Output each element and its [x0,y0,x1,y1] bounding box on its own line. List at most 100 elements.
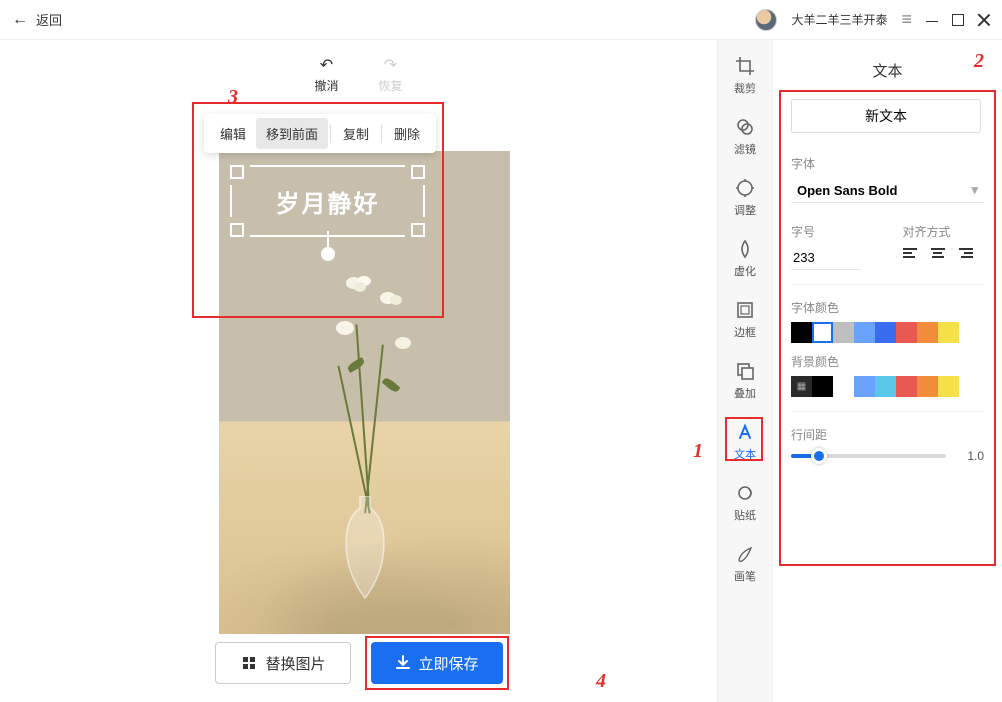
replace-image-button[interactable]: 替换图片 [214,642,350,684]
leaf [346,357,366,373]
font-color-label: 字体颜色 [791,299,990,316]
bg-color-label: 背景颜色 [791,353,990,370]
color-swatch[interactable] [833,376,854,397]
flower [388,331,418,355]
bring-front-button[interactable]: 移到前面 [256,118,328,149]
close-button[interactable] [978,14,990,26]
color-swatch[interactable] [854,376,875,397]
blur-icon [734,238,756,260]
redo-icon: ↷ [384,55,397,75]
font-select[interactable]: Open Sans Bold ▾ [791,178,984,203]
annotation-3: 3 [228,86,238,109]
color-swatch[interactable] [938,322,959,343]
chevron-down-icon: ▾ [971,182,978,198]
color-swatch[interactable] [791,322,812,343]
menu-icon[interactable]: ≡ [901,9,912,30]
align-center-button[interactable] [931,248,945,258]
align-right-button[interactable] [959,248,973,258]
annotation-1: 1 [693,440,703,463]
divider [791,411,984,412]
color-swatch[interactable] [896,376,917,397]
tool-rail: 裁剪 滤镜 调整 虚化 边框 叠加 文本 贴纸 [717,40,772,702]
tool-label: 虚化 [734,263,756,279]
edit-button[interactable]: 编辑 [210,118,256,149]
tool-adjust[interactable]: 调整 [725,177,765,218]
font-value: Open Sans Bold [797,183,897,198]
color-swatch[interactable] [938,376,959,397]
title-bar: ← 返回 大羊二羊三羊开泰 ≡ [0,0,1002,40]
tool-overlay[interactable]: 叠加 [725,360,765,401]
color-swatch[interactable] [875,376,896,397]
vase [330,496,400,606]
flower [330,316,360,340]
filter-icon [734,116,756,138]
tool-label: 裁剪 [734,80,756,96]
header-right: 大羊二羊三羊开泰 ≡ [755,9,990,31]
color-swatch[interactable] [812,376,833,397]
rotate-handle[interactable] [321,231,335,261]
align-left-button[interactable] [903,248,917,258]
tool-label: 滤镜 [734,141,756,157]
leaf [381,376,400,394]
redo-button: ↷ 恢复 [379,55,403,94]
color-swatch[interactable] [833,322,854,343]
back-button[interactable]: ← 返回 [12,10,62,29]
flower-stem [364,344,384,513]
color-swatch[interactable] [854,322,875,343]
color-swatch[interactable] [917,376,938,397]
caption-text[interactable]: 岁月静好 [230,165,425,237]
tool-filter[interactable]: 滤镜 [725,116,765,157]
line-spacing-row: 1.0 [791,449,984,463]
align-label: 对齐方式 [903,223,985,240]
tool-sticker[interactable]: 贴纸 [725,482,765,523]
crop-icon [734,55,756,77]
color-swatch[interactable]: ▦ [791,376,812,397]
maximize-button[interactable] [952,14,964,26]
tool-label: 叠加 [734,385,756,401]
tool-brush[interactable]: 画笔 [725,543,765,584]
tool-blur[interactable]: 虚化 [725,238,765,279]
color-swatch[interactable] [896,322,917,343]
canvas-area: ↶ 撤消 ↷ 恢复 3 编辑 移到前面 复制 删除 [0,40,717,702]
main: ↶ 撤消 ↷ 恢复 3 编辑 移到前面 复制 删除 [0,40,1002,702]
panel-title: 文本 [785,60,990,81]
line-spacing-slider[interactable] [791,454,946,458]
copy-button[interactable]: 复制 [333,118,379,149]
save-button[interactable]: 立即保存 [371,642,503,684]
new-text-button[interactable]: 新文本 [791,99,981,133]
tool-label: 画笔 [734,568,756,584]
back-label: 返回 [36,10,62,29]
annotation-2: 2 [974,50,984,73]
font-color-swatches [791,322,984,343]
replace-image-label: 替换图片 [265,653,325,674]
brush-icon [734,543,756,565]
undo-label: 撤消 [314,77,338,94]
tool-border[interactable]: 边框 [725,299,765,340]
sticker-icon [734,482,756,504]
tool-crop[interactable]: 裁剪 [725,55,765,96]
text-panel: 2 文本 新文本 字体 Open Sans Bold ▾ 字号 对齐方式 [772,40,1002,702]
overlay-icon [734,360,756,382]
align-buttons [903,246,985,258]
flower [376,286,406,310]
undo-button[interactable]: ↶ 撤消 [314,55,338,94]
flower [344,271,374,295]
text-selection-frame[interactable]: 岁月静好 [230,165,425,237]
tool-label: 贴纸 [734,507,756,523]
color-swatch[interactable] [917,322,938,343]
size-label: 字号 [791,223,873,240]
border-icon [734,299,756,321]
minimize-button[interactable] [926,10,938,22]
tool-text[interactable]: 文本 [725,421,765,462]
separator [330,125,331,143]
replace-icon [239,654,257,672]
undo-redo-bar: ↶ 撤消 ↷ 恢复 [314,55,402,94]
text-icon [734,421,756,443]
line-spacing-label: 行间距 [791,426,990,443]
bottom-buttons: 替换图片 立即保存 [214,642,502,684]
color-swatch[interactable] [812,322,833,343]
avatar[interactable] [755,9,777,31]
font-size-input[interactable] [791,246,861,270]
color-swatch[interactable] [875,322,896,343]
delete-button[interactable]: 删除 [384,118,430,149]
